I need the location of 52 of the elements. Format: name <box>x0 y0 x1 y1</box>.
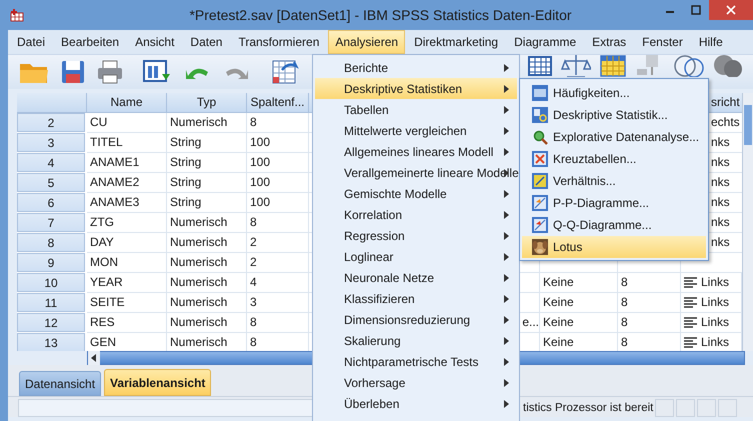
status-text: tistics Prozessor ist bereit <box>523 402 654 414</box>
table-cell: 2 <box>247 253 309 273</box>
window-title: *Pretest2.sav [DatenSet1] - IBM SPSS Statistics Daten-Editor <box>188 7 573 23</box>
table-cell: MON <box>87 253 167 273</box>
table-cell: SEITE <box>87 293 167 313</box>
table-cell: Keine <box>540 273 618 293</box>
align-text: nks <box>711 214 730 231</box>
table-cell: 8 <box>247 313 309 333</box>
table-cell: Numerisch <box>167 213 247 233</box>
table-cell: String <box>167 173 247 193</box>
table-cell: 2 <box>247 233 309 253</box>
align-text: echts <box>711 114 740 131</box>
table-cell: String <box>167 193 247 213</box>
align-text: Links <box>701 334 730 351</box>
table-cell: Keine <box>540 293 618 313</box>
table-cell: 100 <box>247 193 309 213</box>
table-cell: 4 <box>247 273 309 293</box>
table-cell: Numerisch <box>167 313 247 333</box>
align-text: nks <box>711 134 730 151</box>
table-cell: Numerisch <box>167 293 247 313</box>
table-cell: 8 <box>618 273 681 293</box>
table-cell: String <box>167 133 247 153</box>
align-text: Links <box>701 314 730 331</box>
align-text: nks <box>711 154 730 171</box>
table-cell: Numerisch <box>167 253 247 273</box>
table-cell: 3 <box>247 293 309 313</box>
align-text: nks <box>711 194 730 211</box>
table-cell: Numerisch <box>167 273 247 293</box>
table-cell: 100 <box>247 133 309 153</box>
table-cell: 100 <box>247 173 309 193</box>
table-cell: 8 <box>618 313 681 333</box>
table-cell: TITEL <box>87 133 167 153</box>
table-cell: Numerisch <box>167 113 247 133</box>
table-cell: 8 <box>247 113 309 133</box>
align-text: Links <box>701 294 730 311</box>
table-cell: ANAME1 <box>87 153 167 173</box>
table-cell: YEAR <box>87 273 167 293</box>
table-cell: ANAME2 <box>87 173 167 193</box>
align-text: nks <box>711 234 730 251</box>
table-cell: 8 <box>247 213 309 233</box>
table-cell: 100 <box>247 153 309 173</box>
align-text: Links <box>701 274 730 291</box>
table-cell: Keine <box>540 313 618 333</box>
table-cell: DAY <box>87 233 167 253</box>
table-cell: RES <box>87 313 167 333</box>
table-cell: ZTG <box>87 213 167 233</box>
table-cell: 8 <box>618 293 681 313</box>
table-cell: ANAME3 <box>87 193 167 213</box>
table-cell: CU <box>87 113 167 133</box>
table-cell: String <box>167 153 247 173</box>
table-cell: Numerisch <box>167 233 247 253</box>
align-text: nks <box>711 174 730 191</box>
